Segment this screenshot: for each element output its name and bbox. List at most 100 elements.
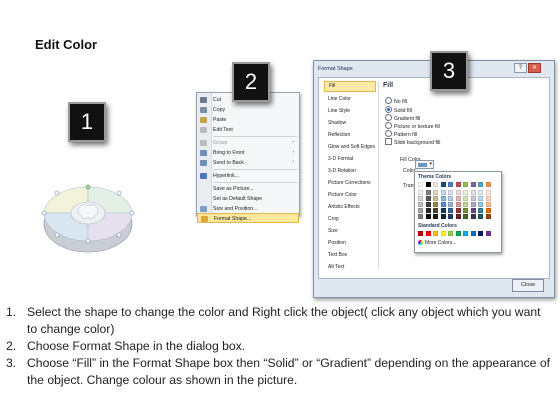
nav-item[interactable]: Glow and Soft Edges [324,142,376,153]
close-icon[interactable]: ✕ [528,63,541,73]
theme-color-swatch[interactable] [418,182,423,187]
nav-item[interactable]: Position [324,238,376,249]
theme-shade-swatch[interactable] [455,202,461,207]
nav-item[interactable]: Reflection [324,130,376,141]
puzzle-donut-shape[interactable] [38,175,138,257]
theme-shade-swatch[interactable] [485,196,491,201]
theme-shade-swatch[interactable] [470,208,476,213]
context-menu-item[interactable]: Group › [197,138,299,148]
fill-option-radio[interactable]: Picture or texture fill [385,122,440,130]
standard-color-swatch[interactable] [470,231,476,236]
theme-shade-swatch[interactable] [418,190,423,195]
theme-shade-swatch[interactable] [440,190,446,195]
theme-shade-swatch[interactable] [433,202,438,207]
theme-color-swatch[interactable] [425,182,431,187]
theme-color-swatch[interactable] [470,182,476,187]
theme-shade-swatch[interactable] [425,202,431,207]
theme-shade-swatch[interactable] [463,190,468,195]
standard-color-swatch[interactable] [425,231,431,236]
theme-shade-swatch[interactable] [418,202,423,207]
standard-color-swatch[interactable] [433,231,438,236]
close-button[interactable]: Close [512,279,544,292]
context-menu-item[interactable]: Hyperlink... [197,171,299,181]
theme-shade-swatch[interactable] [418,196,423,201]
theme-shade-swatch[interactable] [448,208,453,213]
theme-shade-swatch[interactable] [418,214,423,219]
nav-item[interactable]: Alt Text [324,262,376,273]
theme-shade-swatch[interactable] [463,196,468,201]
theme-shade-swatch[interactable] [478,190,483,195]
theme-shade-swatch[interactable] [433,214,438,219]
context-menu-item[interactable]: Copy [197,105,299,115]
theme-shade-swatch[interactable] [478,214,483,219]
theme-shade-swatch[interactable] [448,196,453,201]
theme-shade-swatch[interactable] [455,196,461,201]
nav-item[interactable]: Artistic Effects [324,202,376,213]
fill-option-radio[interactable]: Solid fill [385,106,412,114]
nav-item[interactable]: Picture Color [324,190,376,201]
context-menu-item[interactable]: Edit Text [197,125,299,135]
nav-item[interactable]: 3-D Format [324,154,376,165]
theme-shade-swatch[interactable] [485,214,491,219]
theme-color-swatch[interactable] [455,182,461,187]
theme-shade-swatch[interactable] [470,214,476,219]
nav-item[interactable]: Text Box [324,250,376,261]
nav-item[interactable]: Shadow [324,118,376,129]
nav-item[interactable]: Crop [324,214,376,225]
fill-option-radio[interactable]: Gradient fill [385,114,420,122]
context-menu-item[interactable]: Paste [197,115,299,125]
fill-option-checkbox[interactable]: Slide background fill [385,138,440,146]
standard-color-swatch[interactable] [485,231,491,236]
theme-shade-swatch[interactable] [425,208,431,213]
standard-color-swatch[interactable] [463,231,468,236]
context-menu-item[interactable]: Save as Picture... [197,184,299,194]
theme-color-swatch[interactable] [478,182,483,187]
color-picker-button[interactable]: ▾ [415,160,434,169]
theme-shade-swatch[interactable] [440,208,446,213]
nav-item[interactable]: Size [324,226,376,237]
theme-shade-swatch[interactable] [455,208,461,213]
theme-shade-swatch[interactable] [470,202,476,207]
theme-shade-swatch[interactable] [440,202,446,207]
theme-shade-swatch[interactable] [425,190,431,195]
theme-color-swatch[interactable] [448,182,453,187]
theme-shade-swatch[interactable] [470,196,476,201]
theme-shade-swatch[interactable] [478,196,483,201]
theme-shade-swatch[interactable] [425,196,431,201]
theme-shade-swatch[interactable] [455,214,461,219]
fill-option-radio[interactable]: No fill [385,97,407,105]
radio-button[interactable] [385,114,392,121]
theme-shade-swatch[interactable] [425,214,431,219]
standard-color-swatch[interactable] [418,231,423,236]
context-menu-item[interactable]: Set as Default Shape [197,194,299,204]
theme-shade-swatch[interactable] [463,214,468,219]
theme-shade-swatch[interactable] [448,190,453,195]
context-menu-item[interactable]: Send to Back › [197,158,299,168]
fill-option-radio[interactable]: Pattern fill [385,130,417,138]
more-colors-item[interactable]: More Colors... [418,240,456,246]
theme-shade-swatch[interactable] [448,202,453,207]
help-icon[interactable]: ? [514,63,527,73]
nav-item[interactable]: Line Color [324,94,376,105]
theme-shade-swatch[interactable] [478,208,483,213]
theme-color-swatch[interactable] [433,182,438,187]
radio-button[interactable] [385,106,392,113]
theme-shade-swatch[interactable] [433,190,438,195]
theme-color-swatch[interactable] [440,182,446,187]
theme-shade-swatch[interactable] [433,208,438,213]
standard-color-swatch[interactable] [455,231,461,236]
radio-button[interactable] [385,122,392,129]
radio-button[interactable] [385,130,392,137]
standard-color-swatch[interactable] [448,231,453,236]
theme-shade-swatch[interactable] [478,202,483,207]
nav-item[interactable]: Picture Corrections [324,178,376,189]
theme-color-swatch[interactable] [463,182,468,187]
context-menu-item[interactable]: Format Shape... [197,213,299,223]
context-menu-item[interactable]: Bring to Front › [197,148,299,158]
theme-shade-swatch[interactable] [455,190,461,195]
theme-shade-swatch[interactable] [440,214,446,219]
theme-shade-swatch[interactable] [418,208,423,213]
nav-item[interactable]: 3-D Rotation [324,166,376,177]
theme-shade-swatch[interactable] [440,196,446,201]
standard-color-swatch[interactable] [478,231,483,236]
